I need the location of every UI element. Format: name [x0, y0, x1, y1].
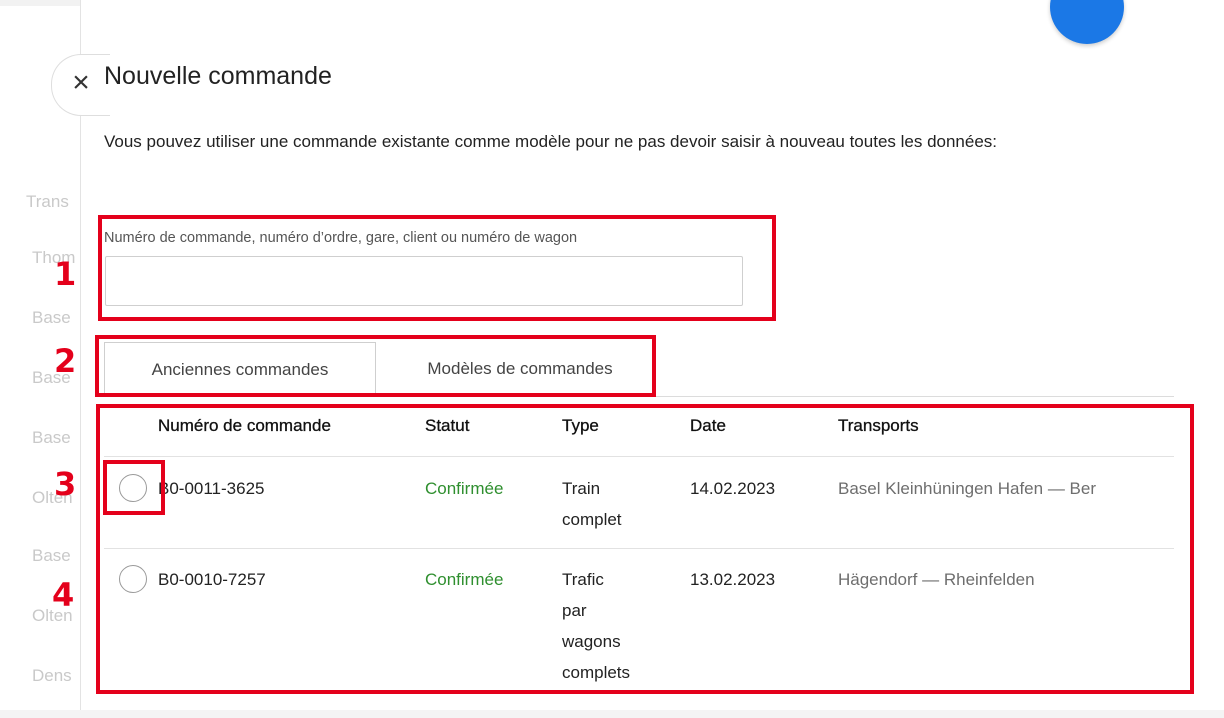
annotation-number-2: 2	[54, 342, 77, 380]
dialog-title: Nouvelle commande	[104, 62, 332, 90]
bottom-edge	[0, 710, 1224, 718]
tab-old-orders[interactable]: Anciennes commandes	[104, 342, 376, 396]
column-header-type: Type	[562, 416, 599, 435]
search-label: Numéro de commande, numéro d’ordre, gare…	[104, 230, 578, 246]
tab-bar: Anciennes commandes Modèles de commandes	[104, 342, 1174, 397]
transports-cell: Basel Kleinhüningen Hafen — Ber	[838, 479, 1096, 498]
background-text: Dens	[32, 666, 72, 685]
header-divider	[104, 456, 1174, 457]
background-text: Base	[32, 546, 71, 565]
row-select-radio[interactable]	[119, 565, 147, 593]
status-cell: Confirmée	[425, 479, 504, 498]
row-divider	[104, 548, 1174, 549]
row-select-radio[interactable]	[119, 474, 147, 502]
annotation-number-3: 3	[54, 465, 77, 503]
column-header-status: Statut	[425, 416, 470, 435]
dialog-intro: Vous pouvez utiliser une commande exista…	[104, 132, 998, 151]
column-header-transports: Transports	[838, 416, 919, 435]
order-number-cell: B0-0011-3625	[158, 479, 265, 498]
column-header-date: Date	[690, 416, 726, 435]
date-cell: 13.02.2023	[690, 570, 776, 589]
tab-order-templates[interactable]: Modèles de commandes	[390, 342, 650, 396]
type-cell: Train complet	[562, 479, 622, 529]
background-text: Trans	[26, 192, 69, 211]
order-number-cell: B0-0010-7257	[158, 570, 266, 589]
date-cell: 14.02.2023	[690, 479, 776, 498]
background-text: Base	[32, 308, 71, 327]
close-icon[interactable]: ×	[66, 68, 96, 98]
column-header-order-number: Numéro de commande	[158, 416, 331, 435]
search-input[interactable]	[105, 256, 743, 306]
transports-cell: Hägendorf — Rheinfelden	[838, 570, 1035, 589]
status-cell: Confirmée	[425, 570, 504, 589]
annotation-number-4: 4	[52, 576, 75, 614]
type-cell: Trafic par wagons complets	[562, 570, 631, 682]
background-text: Base	[32, 428, 71, 447]
annotation-number-1: 1	[54, 255, 77, 293]
